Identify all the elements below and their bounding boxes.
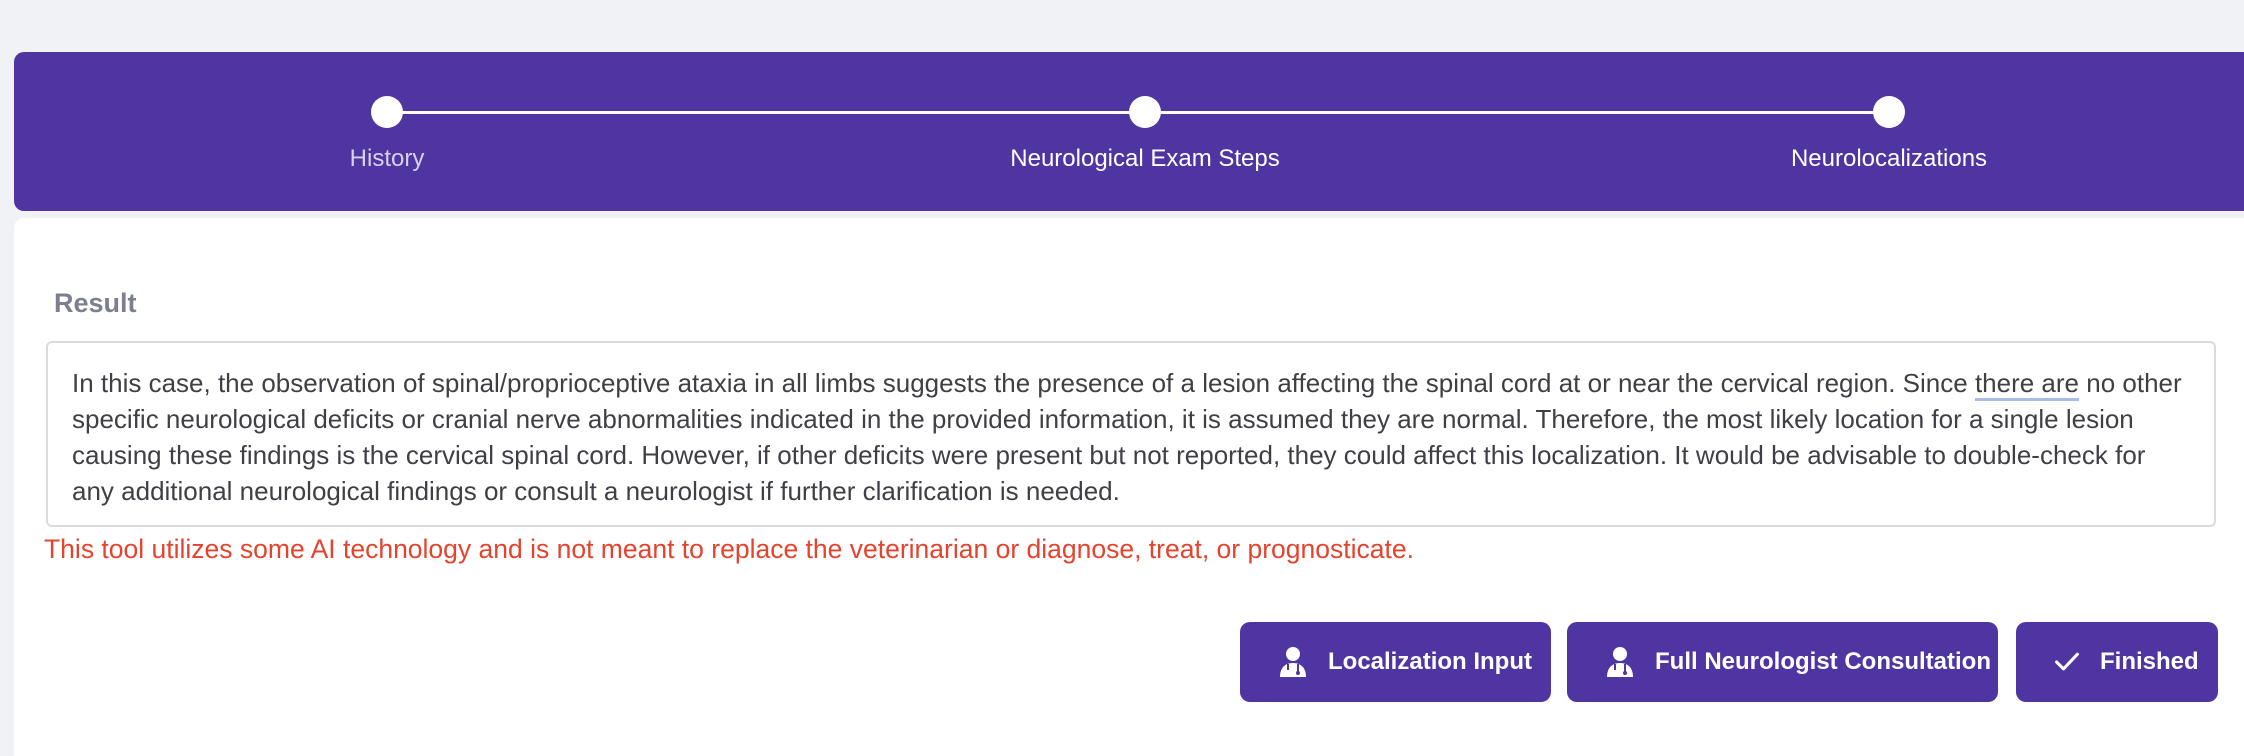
- result-textbox[interactable]: In this case, the observation of spinal/…: [46, 341, 2216, 527]
- step-dot-neurolocalizations[interactable]: [1873, 96, 1905, 128]
- step-label-history[interactable]: History: [350, 145, 425, 173]
- doctor-icon: [1280, 647, 1306, 677]
- ai-disclaimer: This tool utilizes some AI technology an…: [44, 534, 1414, 564]
- result-text-part: In this case, the observation of spinal/…: [72, 368, 1975, 398]
- progress-stepper: History Neurological Exam Steps Neuroloc…: [14, 52, 2244, 211]
- finished-button[interactable]: Finished: [2016, 622, 2218, 702]
- localization-input-label: Localization Input: [1328, 648, 1532, 675]
- step-label-neurolocalizations[interactable]: Neurolocalizations: [1791, 145, 1987, 173]
- full-neurologist-consultation-button[interactable]: Full Neurologist Consultation: [1567, 622, 1998, 702]
- step-label-neurological-exam-steps[interactable]: Neurological Exam Steps: [1010, 145, 1279, 173]
- result-text-underlined: there are: [1974, 368, 2080, 398]
- step-dot-neurological-exam-steps[interactable]: [1129, 96, 1161, 128]
- step-connector: [387, 111, 1145, 114]
- finished-label: Finished: [2100, 648, 2199, 675]
- full-neurologist-consultation-label: Full Neurologist Consultation: [1655, 648, 1991, 675]
- result-heading: Result: [54, 288, 137, 318]
- check-icon: [2055, 652, 2079, 671]
- localization-input-button[interactable]: Localization Input: [1240, 622, 1551, 702]
- doctor-icon: [1607, 647, 1633, 677]
- step-connector: [1145, 111, 1889, 114]
- result-card: Result In this case, the observation of …: [14, 218, 2244, 756]
- step-dot-history[interactable]: [371, 96, 403, 128]
